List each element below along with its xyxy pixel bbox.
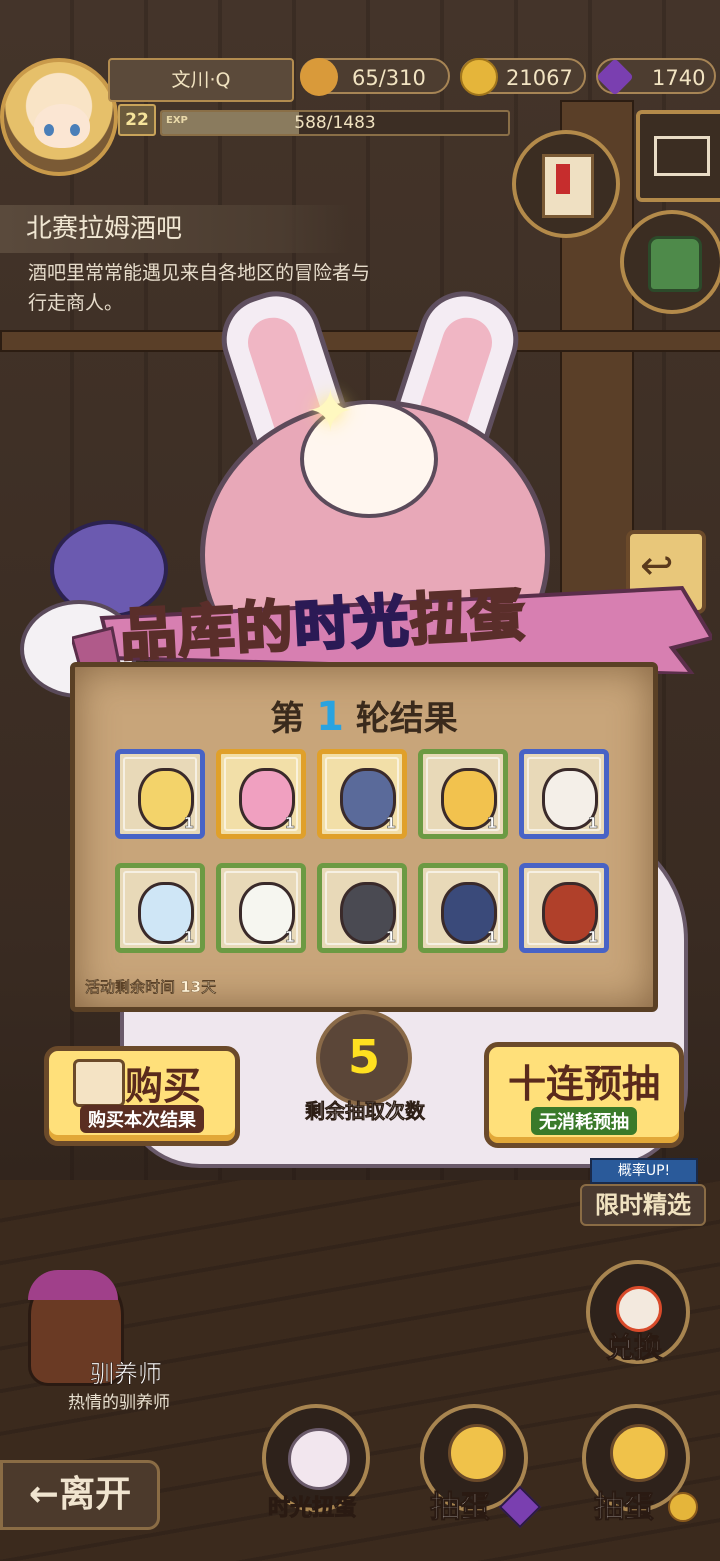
exchange-label: 兑换 [605,1331,662,1365]
remaining-draws-badge: 5 [316,1010,412,1106]
leave-button[interactable]: ←离开 [0,1460,160,1530]
bread-icon [300,58,338,96]
wood-beam [0,330,720,352]
quest-scroll-icon[interactable] [512,130,620,238]
reward-item-slot[interactable]: 1 [115,863,205,953]
reward-item-slot[interactable]: 1 [418,749,508,839]
player-name: 文川·Q [108,58,294,102]
gold-coin-icon [460,58,498,96]
time-gacha-ticket-icon [73,1059,125,1107]
ten-draw-sub-label: 无消耗预抽 [531,1107,637,1135]
item-quantity: 1 [183,814,194,833]
egg-capsule-gold-icon [610,1424,668,1482]
results-panel: 第 1 轮结果 1 1 1 1 1 1 1 1 1 1 活动剩余时间 13天 [70,662,658,1012]
item-quantity: 1 [587,928,598,947]
round-number: 1 [316,694,344,740]
remaining-draws-label: 剩余抽取次数 [305,1099,426,1124]
gold-value: 21067 [506,66,573,90]
gem-value: 1740 [652,66,706,90]
gold-coin-small-icon [668,1492,698,1522]
gem-draw-label: 抽蛋 [430,1490,491,1526]
time-gacha-label: 时光扭蛋 [267,1496,356,1522]
item-quantity: 1 [587,814,598,833]
event-title-part1: 品库的 [117,593,297,670]
npc-name: 驯养师 [90,1360,163,1389]
limited-selection-button[interactable]: 限时精选 [580,1184,706,1226]
location-title: 北赛拉姆酒吧 [0,205,350,253]
player-avatar[interactable] [0,58,118,176]
round-title: 第 1 轮结果 [75,691,653,740]
buy-label: 购买 [125,1064,202,1108]
round-suffix: 轮结果 [355,699,458,739]
reward-item-slot[interactable]: 1 [115,749,205,839]
mail-icon[interactable] [636,110,720,202]
reward-item-slot[interactable]: 1 [317,863,407,953]
exp-text: 588/1483 [294,113,376,133]
gem-counter[interactable]: 1740 [596,58,716,96]
gold-counter[interactable]: 21067 [460,58,586,96]
item-quantity: 1 [284,928,295,947]
stamina-counter[interactable]: 65/310 [300,58,450,96]
event-title-part3: 扭蛋 [407,581,529,655]
location-description: 酒吧里常常能遇见来自各地区的冒险者与行走商人。 [28,262,371,314]
stamina-value: 65/310 [352,66,426,90]
reward-item-slot[interactable]: 1 [418,863,508,953]
item-quantity: 1 [183,928,194,947]
ten-draw-preview-button[interactable]: 十连预抽 无消耗预抽 [484,1042,684,1148]
item-quantity: 1 [284,814,295,833]
event-title-part2: 时光 [291,587,413,661]
npc-subtitle: 热情的驯养师 [68,1393,170,1413]
item-quantity: 1 [385,814,396,833]
reward-item-slot[interactable]: 1 [216,863,306,953]
egg-capsule-icon [448,1424,506,1482]
clock-gacha-icon [288,1428,350,1490]
item-quantity: 1 [486,814,497,833]
gold-draw-label: 抽蛋 [594,1490,655,1526]
event-time-left: 活动剩余时间 13天 [85,978,217,996]
buy-sub-label: 购买本次结果 [80,1105,204,1133]
backpack-icon[interactable] [620,210,720,314]
reward-item-slot[interactable]: 1 [519,863,609,953]
item-quantity: 1 [486,928,497,947]
reward-item-slot[interactable]: 1 [519,749,609,839]
tamer-headscarf [28,1270,118,1300]
exp-bar: EXP 588/1483 [160,110,510,136]
reward-item-slot[interactable]: 1 [317,749,407,839]
rate-up-tag: 概率UP! [590,1158,698,1184]
ten-draw-label: 十连预抽 [507,1062,660,1106]
sparkle-icon: ✦ [306,377,355,445]
item-quantity: 1 [385,928,396,947]
reward-item-slot[interactable]: 1 [216,749,306,839]
player-level: 22 [118,104,156,136]
round-prefix: 第 [270,699,305,739]
buy-button[interactable]: 购买 购买本次结果 [44,1046,240,1146]
